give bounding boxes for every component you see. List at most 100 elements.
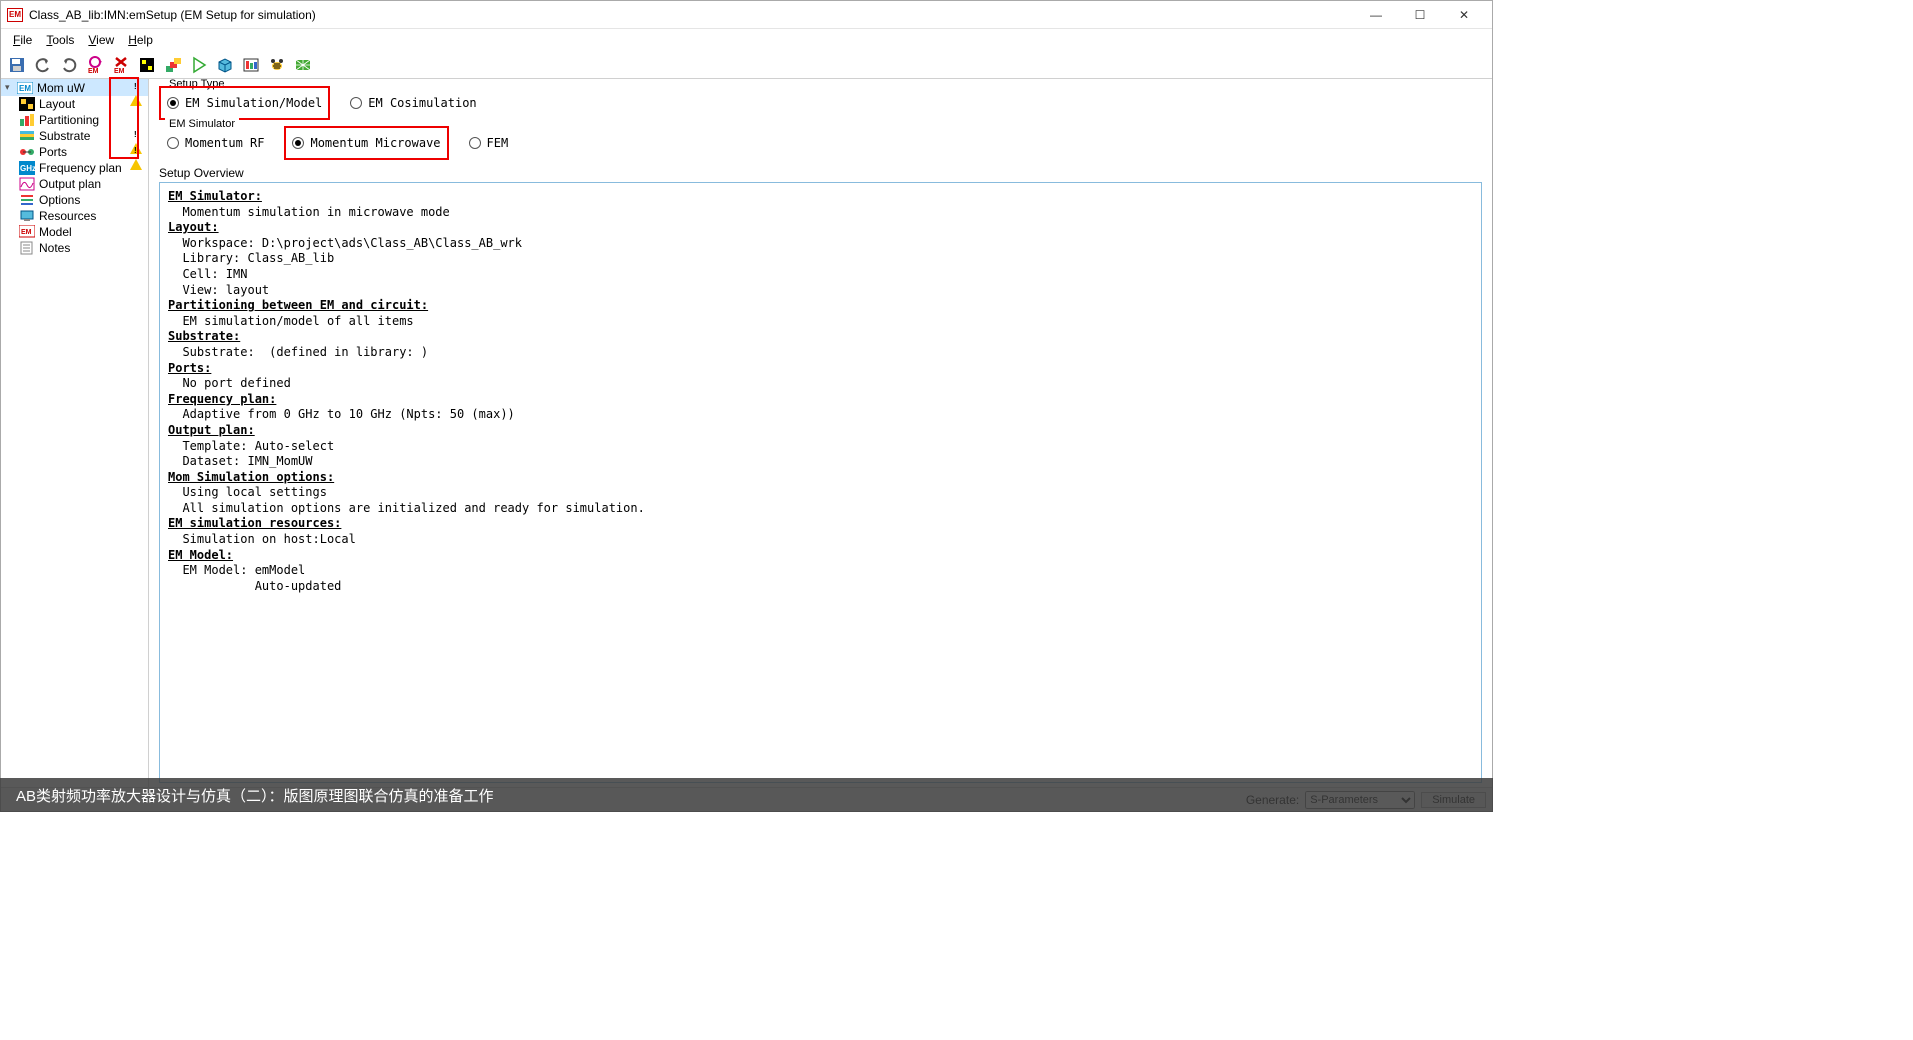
svg-text:EM: EM <box>88 68 99 74</box>
tree-item-output-plan[interactable]: Output plan <box>1 176 148 192</box>
radio-icon <box>167 137 179 149</box>
menu-tools[interactable]: Tools <box>40 31 80 49</box>
radio-icon <box>469 137 481 149</box>
overview-line: View: layout <box>168 283 1473 299</box>
mesh-icon[interactable] <box>291 54 315 76</box>
tree-icon <box>19 129 35 143</box>
tree-item-model[interactable]: EM Model <box>1 224 148 240</box>
tree-item-label: Ports <box>39 145 67 159</box>
body: ▾ EM Mom uW Layout Partitioning Substrate P… <box>1 79 1492 787</box>
maximize-button[interactable]: ☐ <box>1398 1 1442 29</box>
overview-line: Cell: IMN <box>168 267 1473 283</box>
radio-icon <box>292 137 304 149</box>
tree-icon: GHz <box>19 161 35 175</box>
radio-label: Momentum Microwave <box>310 136 440 150</box>
tree-item-label: Output plan <box>39 177 101 191</box>
radio-icon <box>167 97 179 109</box>
substrate-bee-icon[interactable] <box>265 54 289 76</box>
tree-icon <box>19 209 35 223</box>
layers-icon[interactable] <box>161 54 185 76</box>
menu-file[interactable]: File <box>7 31 38 49</box>
content: Setup Type EM Simulation/Model EM Cosimul… <box>149 79 1492 787</box>
legend-overview: Setup Overview <box>159 166 1482 182</box>
overview-line: All simulation options are initialized a… <box>168 501 1473 517</box>
overview-header: Mom Simulation options: <box>168 470 1473 486</box>
svg-text:EM: EM <box>19 84 31 93</box>
radio-label: EM Cosimulation <box>368 96 476 110</box>
overview-header: Layout: <box>168 220 1473 236</box>
radio-fem[interactable]: FEM <box>469 136 509 150</box>
tree-item-options[interactable]: Options <box>1 192 148 208</box>
overview-line: Momentum simulation in microwave mode <box>168 205 1473 221</box>
overview-line: Auto-updated <box>168 579 1473 595</box>
tree-icon <box>19 241 35 255</box>
radio-em-cosimulation[interactable]: EM Cosimulation <box>350 96 476 110</box>
overview-header: Substrate: <box>168 329 1473 345</box>
titlebar: EM Class_AB_lib:IMN:emSetup (EM Setup fo… <box>1 1 1492 29</box>
overview-line: Using local settings <box>168 485 1473 501</box>
overview-header: EM Model: <box>168 548 1473 564</box>
window-title: Class_AB_lib:IMN:emSetup (EM Setup for s… <box>29 8 1354 22</box>
tree-icon <box>19 113 35 127</box>
app-icon: EM <box>7 8 23 22</box>
tree-item-label: Resources <box>39 209 96 223</box>
tree-item-layout[interactable]: Layout <box>1 96 148 112</box>
play-icon[interactable] <box>187 54 211 76</box>
svg-text:EM: EM <box>21 229 32 236</box>
save-icon[interactable] <box>5 54 29 76</box>
tree-item-ports[interactable]: Ports <box>1 144 148 160</box>
radio-momentum-microwave[interactable]: Momentum Microwave <box>292 136 440 150</box>
tree-item-resources[interactable]: Resources <box>1 208 148 224</box>
overview-line: Template: Auto-select <box>168 439 1473 455</box>
overview-line: Library: Class_AB_lib <box>168 251 1473 267</box>
tree-item-label: Layout <box>39 97 75 111</box>
overview-line: EM Model: emModel <box>168 563 1473 579</box>
tree-icon: EM <box>19 225 35 239</box>
tree-item-label: Frequency plan <box>39 161 122 175</box>
undo-icon[interactable] <box>31 54 55 76</box>
tree-item-frequency-plan[interactable]: GHz Frequency plan <box>1 160 148 176</box>
tree-item-label: Options <box>39 193 80 207</box>
warning-icon <box>130 145 144 159</box>
expand-icon[interactable]: ▾ <box>5 82 17 93</box>
tree-root-label: Mom uW <box>37 81 85 95</box>
menu-view[interactable]: View <box>82 31 120 49</box>
fieldset-setup-type: Setup Type EM Simulation/ModelEM Cosimul… <box>159 85 1482 118</box>
tree-item-label: Partitioning <box>39 113 99 127</box>
cube3d-icon[interactable] <box>213 54 237 76</box>
caption-overlay: AB类射频功率放大器设计与仿真（二）：版图原理图联合仿真的准备工作 <box>0 778 1493 812</box>
legend-setup-type: Setup Type <box>165 79 228 90</box>
tree-item-notes[interactable]: Notes <box>1 240 148 256</box>
tree-item-label: Model <box>39 225 72 239</box>
tree-item-label: Substrate <box>39 129 90 143</box>
overview-header: EM Simulator: <box>168 189 1473 205</box>
radio-em-simulation-model[interactable]: EM Simulation/Model <box>167 96 322 110</box>
em-cancel-icon[interactable]: EM <box>109 54 133 76</box>
warning-icon <box>130 129 144 143</box>
tree-root[interactable]: ▾ EM Mom uW <box>1 79 148 96</box>
redo-icon[interactable] <box>57 54 81 76</box>
overview-header: Output plan: <box>168 423 1473 439</box>
menubar: File Tools View Help <box>1 29 1492 51</box>
layout-black-icon[interactable] <box>135 54 159 76</box>
em-badge-icon: EM <box>17 81 33 95</box>
fieldset-em-simulator: EM Simulator Momentum RFMomentum Microwa… <box>159 126 1482 158</box>
overview-line: EM simulation/model of all items <box>168 314 1473 330</box>
tree-icon <box>19 193 35 207</box>
radio-label: Momentum RF <box>185 136 264 150</box>
radio-momentum-rf[interactable]: Momentum RF <box>167 136 264 150</box>
tree-item-partitioning[interactable]: Partitioning <box>1 112 148 128</box>
radio-icon <box>350 97 362 109</box>
overview-header: Frequency plan: <box>168 392 1473 408</box>
overview-header: EM simulation resources: <box>168 516 1473 532</box>
tree-item-substrate[interactable]: Substrate <box>1 128 148 144</box>
menu-help[interactable]: Help <box>122 31 159 49</box>
data-display-icon[interactable] <box>239 54 263 76</box>
overview-line: Substrate: (defined in library: ) <box>168 345 1473 361</box>
overview-textbox[interactable]: EM Simulator: Momentum simulation in mic… <box>159 182 1482 783</box>
close-button[interactable]: ✕ <box>1442 1 1486 29</box>
minimize-button[interactable]: — <box>1354 1 1398 29</box>
radio-label: EM Simulation/Model <box>185 96 322 110</box>
caption-text: AB类射频功率放大器设计与仿真（二）：版图原理图联合仿真的准备工作 <box>16 785 494 806</box>
em-reload-icon[interactable]: EM <box>83 54 107 76</box>
